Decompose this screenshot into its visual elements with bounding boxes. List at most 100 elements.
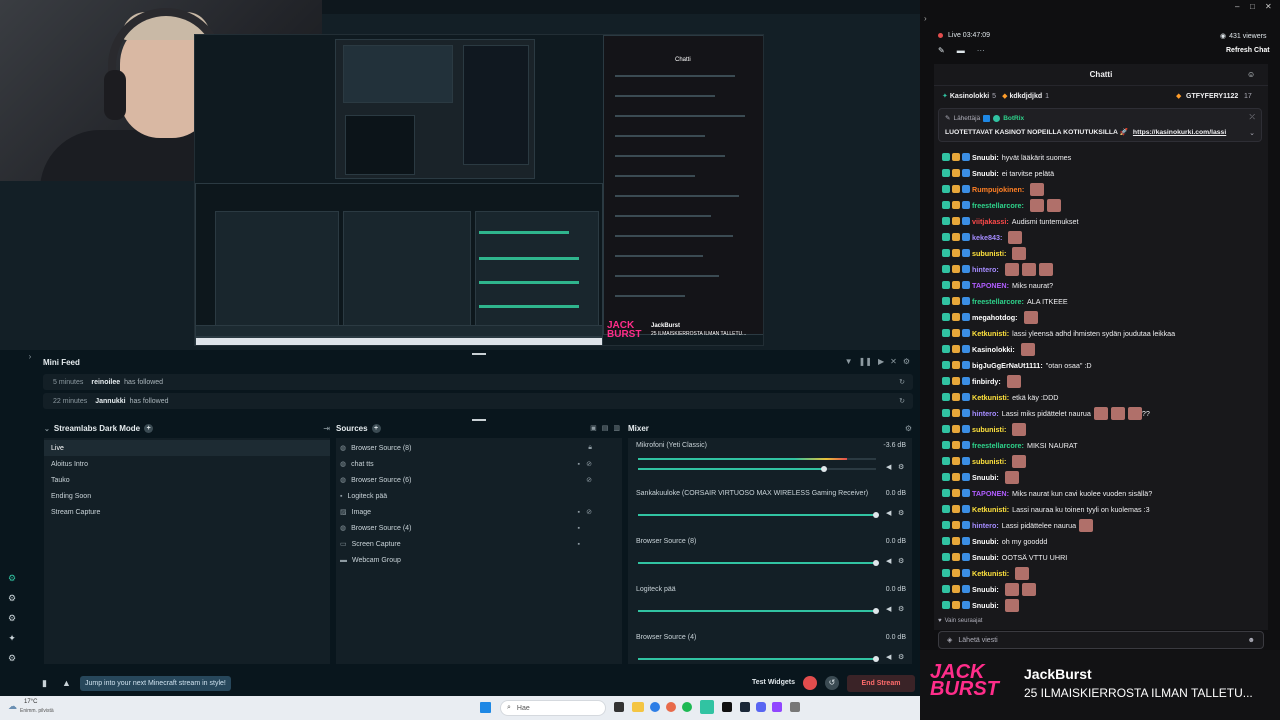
source-item[interactable]: ◍ chat tts ▪ ⊘	[336, 456, 622, 472]
leader-name[interactable]: GTFYFERY1122	[1186, 93, 1238, 100]
chat-username[interactable]: subunisti	[972, 457, 1004, 466]
channel-settings-icon[interactable]: ⚙	[898, 509, 904, 517]
chat-input[interactable]: ◈ Lähetä viesti ☻	[938, 631, 1264, 649]
source-item[interactable]: ◍ Browser Source (4) ▪	[336, 520, 622, 536]
chat-username[interactable]: subunisti	[972, 249, 1004, 258]
emote-picker-icon[interactable]: ☻	[1248, 637, 1255, 644]
terminal-icon[interactable]	[722, 702, 732, 712]
chevron-right-icon[interactable]: ›	[924, 14, 927, 23]
chat-username[interactable]: Snuubi	[972, 553, 996, 562]
volume-slider[interactable]	[638, 608, 879, 614]
mixer-settings-icon[interactable]: ⚙	[905, 424, 912, 433]
collapse-icon[interactable]: ⌄	[44, 425, 50, 433]
chat-username[interactable]: subunisti	[972, 425, 1004, 434]
end-stream-button[interactable]: End Stream	[847, 675, 915, 692]
taskbar-search[interactable]: ⌕ Hae	[500, 700, 606, 716]
discord-icon[interactable]	[756, 702, 766, 712]
volume-slider[interactable]	[638, 466, 876, 472]
steam-icon[interactable]	[740, 702, 750, 712]
chat-username[interactable]: Ketkunisti	[972, 505, 1007, 514]
channel-settings-icon[interactable]: ⚙	[898, 653, 904, 661]
users-icon[interactable]: ☺	[1247, 70, 1255, 79]
speaker-icon[interactable]: ◀	[886, 605, 891, 613]
pinned-link[interactable]: https://kasinokurki.com/lassi	[1133, 129, 1226, 136]
chat-username[interactable]: Snuubi	[972, 585, 996, 594]
mute-icon[interactable]: ✕	[890, 357, 897, 366]
source-item[interactable]: ▪ Logiteck pää	[336, 488, 622, 504]
widget-icon[interactable]: ⚙	[6, 572, 18, 584]
chat-username[interactable]: Snuubi	[972, 537, 996, 546]
chat-username[interactable]: Ketkunisti	[972, 329, 1007, 338]
stats-icon[interactable]: ▮	[42, 678, 47, 689]
scene-item-aloitus-intro[interactable]: Aloitus Intro	[44, 456, 330, 472]
scene-item-live[interactable]: Live	[44, 440, 330, 456]
chat-username[interactable]: hintero	[972, 409, 996, 418]
volume-slider[interactable]	[638, 560, 879, 566]
chat-username[interactable]: hintero	[972, 521, 996, 530]
edit-icon[interactable]: ✎	[938, 46, 945, 55]
leader-name[interactable]: Kasinolokki	[950, 93, 989, 100]
volume-slider[interactable]	[638, 512, 879, 518]
speaker-icon[interactable]: ◀	[886, 463, 891, 471]
streamlabs-icon[interactable]	[700, 700, 714, 714]
scene-item-tauko[interactable]: Tauko	[44, 472, 330, 488]
chat-username[interactable]: Snuubi	[972, 601, 996, 610]
plugin-icon[interactable]: ⚙	[6, 612, 18, 624]
source-item[interactable]: ◍ Browser Source (6) ⊘	[336, 472, 622, 488]
source-item[interactable]: ◍ Browser Source (8) 🔒︎	[336, 440, 622, 456]
promo-banner[interactable]: Jump into your next Minecraft stream in …	[80, 676, 231, 691]
replay-icon[interactable]: ↺	[825, 676, 839, 690]
chat-username[interactable]: Snuubi	[972, 473, 996, 482]
source-item[interactable]: ▬ Webcam Group	[336, 552, 622, 568]
chat-username[interactable]: TAPONEN	[972, 281, 1007, 290]
chat-username[interactable]: freestellarcore	[972, 441, 1022, 450]
lock-icon[interactable]: ▪	[578, 541, 580, 548]
pause-icon[interactable]: ❚❚	[859, 357, 872, 366]
explorer-icon[interactable]	[632, 702, 644, 712]
chat-username[interactable]: viitjakassi	[972, 217, 1006, 226]
chat-username[interactable]: freestellarcore	[972, 297, 1022, 306]
source-item[interactable]: ▨ Image ▪ ⊘	[336, 504, 622, 520]
chat-username[interactable]: TAPONEN	[972, 489, 1007, 498]
tools-icon[interactable]: ⚙	[6, 592, 18, 604]
lock-icon[interactable]: ▪	[578, 461, 580, 468]
add-source-icon[interactable]: +	[371, 424, 381, 433]
visibility-off-icon[interactable]: ⊘	[586, 476, 592, 484]
chat-username[interactable]: Rumpujokinen	[972, 185, 1022, 194]
folder-icon[interactable]: ▬	[957, 46, 965, 55]
settings-icon[interactable]: ⚙	[903, 357, 910, 366]
folder-add-icon[interactable]: ▤	[602, 424, 609, 432]
volume-knob[interactable]	[873, 656, 879, 662]
volume-knob[interactable]	[873, 608, 879, 614]
add-scene-icon[interactable]: +	[144, 424, 154, 433]
chat-username[interactable]: Ketkunisti	[972, 569, 1007, 578]
settings-app-icon[interactable]	[790, 702, 800, 712]
unpin-icon[interactable]: ⤫	[1249, 114, 1255, 122]
close-button[interactable]: ✕	[1265, 2, 1272, 11]
chat-username[interactable]: keke843	[972, 233, 1000, 242]
chat-username[interactable]: Snuubi	[972, 169, 996, 178]
filter-icon[interactable]: ▼	[845, 357, 853, 366]
spotify-icon[interactable]	[682, 702, 692, 712]
chat-username[interactable]: hintero	[972, 265, 996, 274]
dashboard-icon[interactable]: ✦	[6, 632, 18, 644]
share-icon[interactable]: ⋯	[977, 46, 985, 55]
speaker-icon[interactable]: ◀	[886, 653, 891, 661]
source-settings-icon[interactable]: ▣	[590, 424, 597, 432]
chat-username[interactable]: bigJuGgErNaUt1111	[972, 361, 1040, 370]
chat-username[interactable]: Snuubi	[972, 153, 996, 162]
skip-icon[interactable]: ▶	[878, 357, 884, 366]
speaker-icon[interactable]: ◀	[886, 509, 891, 517]
chevron-right-icon[interactable]: ›	[24, 350, 36, 362]
chat-username[interactable]: megahotdog	[972, 313, 1015, 322]
volume-knob[interactable]	[821, 466, 827, 472]
remove-icon[interactable]: ▥	[613, 424, 620, 432]
lock-icon[interactable]: 🔒︎	[588, 444, 592, 452]
volume-slider[interactable]	[638, 656, 879, 662]
edge-icon[interactable]	[650, 702, 660, 712]
maximize-button[interactable]: □	[1250, 2, 1255, 11]
chrome-icon[interactable]	[666, 702, 676, 712]
channel-settings-icon[interactable]: ⚙	[898, 463, 904, 471]
task-view-icon[interactable]	[614, 702, 624, 712]
volume-knob[interactable]	[873, 512, 879, 518]
